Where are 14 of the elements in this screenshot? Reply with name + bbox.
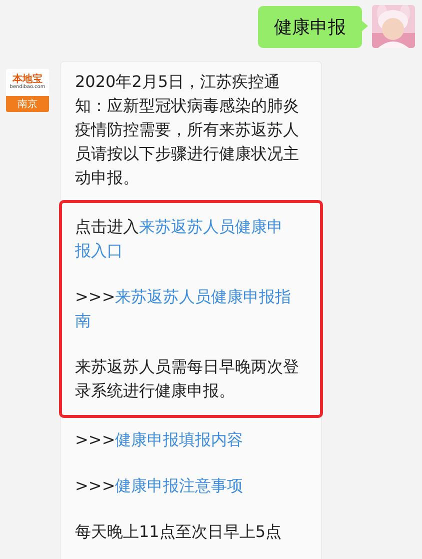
paragraph-text: >>>健康申报注意事项 (75, 475, 244, 497)
bubble-tail (361, 20, 368, 32)
link[interactable]: 来苏返苏人员健康申报指 (115, 287, 292, 306)
paragraph-text: 2020年2月5日，江苏疾控通知：应新型冠状病毒感染的肺炎疫情防控需要，所有来苏返苏人员请按以下步骤进行健康状况主动申报。 (75, 71, 300, 189)
paragraph-text: 点击进入来苏返苏人员健康申 报入口 (75, 216, 284, 262)
paragraph-text: >>>来苏返苏人员健康申报指 南 (75, 286, 292, 332)
link[interactable]: 南 (75, 311, 91, 330)
link[interactable]: 报入口 (75, 241, 123, 260)
link[interactable]: 来苏返苏人员健康申 (139, 217, 283, 236)
link[interactable]: 健康申报注意事项 (115, 476, 244, 495)
paragraph-text: 来苏返苏人员需每日早晚两次登录系统进行健康申报。 (75, 356, 300, 402)
link[interactable]: 健康申报填报内容 (115, 430, 244, 449)
paragraph-text: >>>健康申报填报内容 (75, 429, 244, 451)
paragraph-text: 每天晚上11点至次日早上5点 (75, 521, 283, 543)
